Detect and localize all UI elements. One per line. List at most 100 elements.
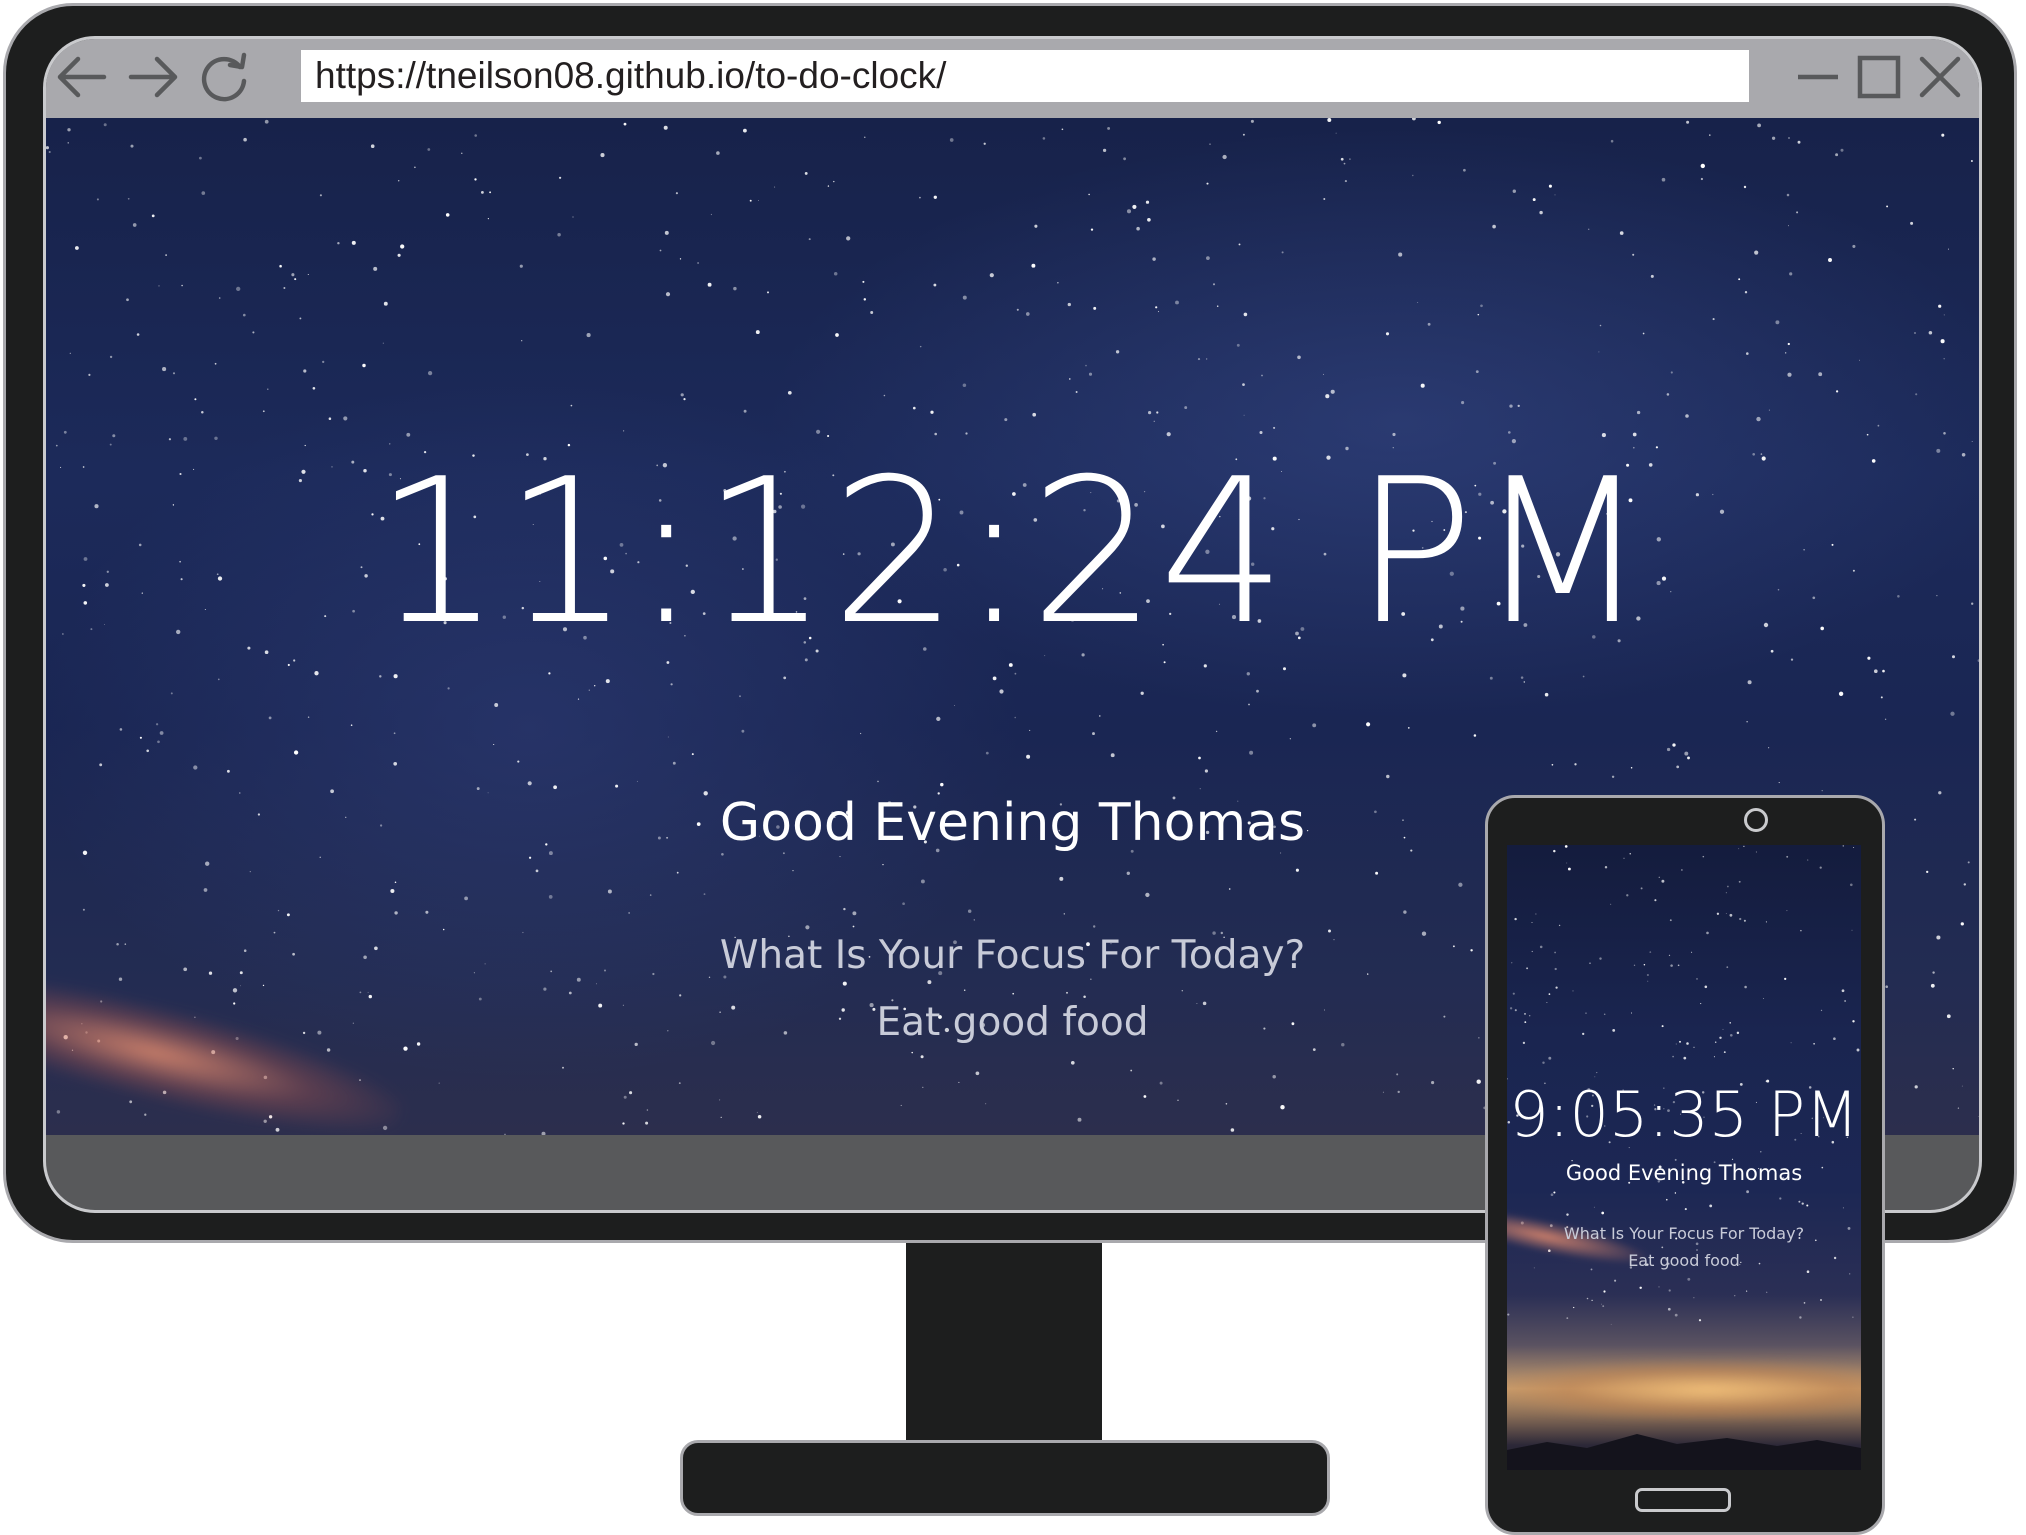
star <box>672 761 676 765</box>
star <box>359 991 362 994</box>
star <box>1884 718 1887 720</box>
star <box>193 765 198 770</box>
star <box>1786 855 1789 858</box>
star <box>1844 1000 1846 1002</box>
star <box>1520 676 1524 679</box>
star <box>1599 324 1602 327</box>
star <box>1915 393 1918 396</box>
back-icon[interactable] <box>50 45 114 109</box>
star <box>181 284 183 287</box>
star <box>88 373 91 376</box>
star <box>1709 1204 1713 1208</box>
star <box>1873 669 1878 674</box>
star <box>1947 248 1949 250</box>
star <box>1077 1117 1082 1122</box>
star <box>645 1121 649 1125</box>
star <box>1566 1317 1569 1319</box>
star <box>1115 350 1120 354</box>
star <box>67 128 71 132</box>
star <box>480 190 484 194</box>
star <box>1184 406 1188 410</box>
star <box>1548 184 1552 188</box>
star <box>487 218 489 220</box>
star <box>1014 672 1017 675</box>
star <box>293 750 299 755</box>
star <box>1204 769 1208 773</box>
star <box>756 1111 758 1113</box>
star <box>267 388 269 390</box>
star <box>1249 750 1254 755</box>
star <box>1914 332 1916 334</box>
phone-home-button[interactable] <box>1635 1488 1731 1512</box>
star <box>1175 300 1179 305</box>
star <box>1930 983 1935 988</box>
star <box>236 286 241 292</box>
star <box>594 685 596 687</box>
star <box>1157 311 1160 313</box>
star <box>382 342 384 344</box>
star <box>1928 330 1933 335</box>
star <box>1778 782 1780 784</box>
star <box>1744 985 1747 989</box>
star <box>1088 372 1093 376</box>
star <box>1243 414 1245 416</box>
address-bar-input[interactable] <box>301 50 1749 102</box>
star <box>1246 672 1250 676</box>
star <box>1598 351 1600 353</box>
star <box>1477 313 1480 316</box>
star <box>1768 409 1770 411</box>
star <box>1941 133 1945 137</box>
star <box>1574 763 1577 766</box>
star <box>129 1100 133 1104</box>
star <box>489 191 492 194</box>
star <box>1714 1041 1717 1043</box>
star <box>146 749 149 753</box>
star <box>1796 211 1799 214</box>
star <box>548 672 551 675</box>
star <box>1672 1055 1674 1058</box>
star <box>240 985 241 987</box>
star <box>1014 716 1016 719</box>
star <box>1677 964 1680 967</box>
star <box>394 911 398 915</box>
star <box>521 340 523 342</box>
star <box>1684 751 1689 756</box>
star <box>1970 160 1973 162</box>
close-icon[interactable] <box>1912 49 1968 105</box>
maximize-icon[interactable] <box>1851 49 1907 105</box>
star <box>1550 1193 1554 1197</box>
star <box>1640 887 1643 890</box>
forward-icon[interactable] <box>121 45 185 109</box>
star <box>362 363 366 368</box>
star <box>48 150 51 154</box>
star <box>1599 957 1602 960</box>
star <box>203 888 208 892</box>
star <box>1242 383 1245 386</box>
reload-icon[interactable] <box>192 45 256 109</box>
star <box>393 732 396 735</box>
star <box>1736 1031 1740 1035</box>
star <box>1788 225 1790 227</box>
star <box>1153 420 1155 422</box>
phone-focus-input[interactable]: Eat good food <box>1507 1249 1861 1273</box>
star <box>1713 1056 1715 1058</box>
star <box>733 286 737 291</box>
star <box>299 317 302 320</box>
star <box>165 254 167 256</box>
star <box>623 1095 627 1099</box>
star <box>933 195 937 199</box>
star <box>1610 1323 1612 1325</box>
star <box>1743 919 1746 922</box>
star <box>1838 691 1844 696</box>
star <box>1738 848 1740 850</box>
star <box>741 729 745 733</box>
star <box>622 1122 625 1125</box>
star <box>833 271 838 276</box>
star <box>367 991 369 993</box>
star <box>1145 892 1150 898</box>
minimize-icon[interactable] <box>1790 49 1846 105</box>
star <box>588 689 590 691</box>
star <box>393 761 398 766</box>
star <box>1835 390 1839 393</box>
star <box>1960 922 1964 926</box>
